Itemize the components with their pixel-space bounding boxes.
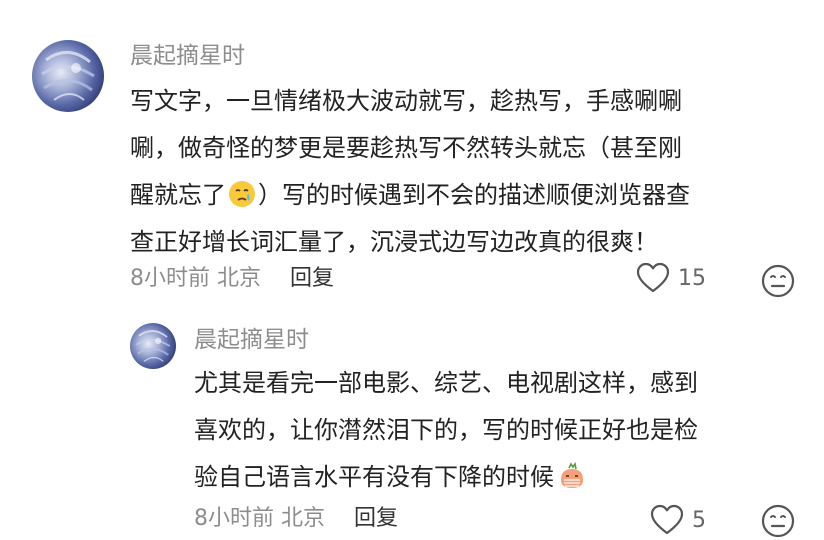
crying-face-icon (229, 181, 255, 207)
reply-meta: 8小时前 北京 回复 (194, 505, 398, 533)
heart-icon (650, 504, 684, 535)
like-button[interactable]: 15 (636, 262, 706, 294)
like-count: 15 (678, 265, 706, 291)
reply-text-line: 喜欢的，让你潸然泪下的，写的时候正好也是检 (194, 416, 698, 444)
comment-text-line: 醒就忘了 ）写的时候遇到不会的描述顺便浏览器查 (130, 172, 690, 219)
dislike-face-icon[interactable] (761, 264, 795, 298)
comment-text-segment: 醒就忘了 (130, 181, 226, 209)
like-button[interactable]: 5 (650, 504, 706, 536)
avatar-image (135, 330, 171, 362)
reply-button[interactable]: 回复 (290, 266, 334, 291)
comment-text-line: 唰，做奇怪的梦更是要趁热写不然转头就忘（甚至刚 (130, 134, 682, 162)
username[interactable]: 晨起摘星时 (130, 42, 245, 70)
comment-text: 写文字，一旦情绪极大波动就写，趁热写，手感唰唰 唰，做奇怪的梦更是要趁热写不然转… (130, 78, 690, 266)
reply-text-segment: 验自己语言水平有没有下降的时候 (194, 463, 554, 491)
heart-icon (636, 262, 670, 293)
reply-username[interactable]: 晨起摘星时 (194, 326, 309, 354)
comment-text-segment: ）写的时候遇到不会的描述顺便浏览器查 (258, 181, 690, 209)
location: 北京 (217, 266, 262, 291)
comment-text-line: 查正好增长词汇量了，沉浸式边写边改真的很爽！ (130, 228, 658, 256)
reply-button[interactable]: 回复 (354, 506, 398, 531)
avatar-image (41, 51, 95, 101)
timestamp: 8小时前 (130, 266, 210, 291)
comment-meta: 8小时前 北京 回复 (130, 265, 334, 293)
location: 北京 (281, 506, 326, 531)
like-count: 5 (692, 507, 706, 533)
avatar[interactable] (32, 40, 104, 112)
reply-text-line: 尤其是看完一部电影、综艺、电视剧这样，感到 (194, 369, 698, 397)
reply-text-line: 验自己语言水平有没有下降的时候 (194, 454, 698, 501)
dislike-face-icon[interactable] (761, 504, 795, 538)
reply-avatar[interactable] (130, 323, 176, 369)
embarrassed-face-icon (561, 462, 583, 488)
comment-text-line: 写文字，一旦情绪极大波动就写，趁热写，手感唰唰 (130, 87, 682, 115)
timestamp: 8小时前 (194, 506, 274, 531)
reply-text: 尤其是看完一部电影、综艺、电视剧这样，感到 喜欢的，让你潸然泪下的，写的时候正好… (194, 360, 698, 501)
